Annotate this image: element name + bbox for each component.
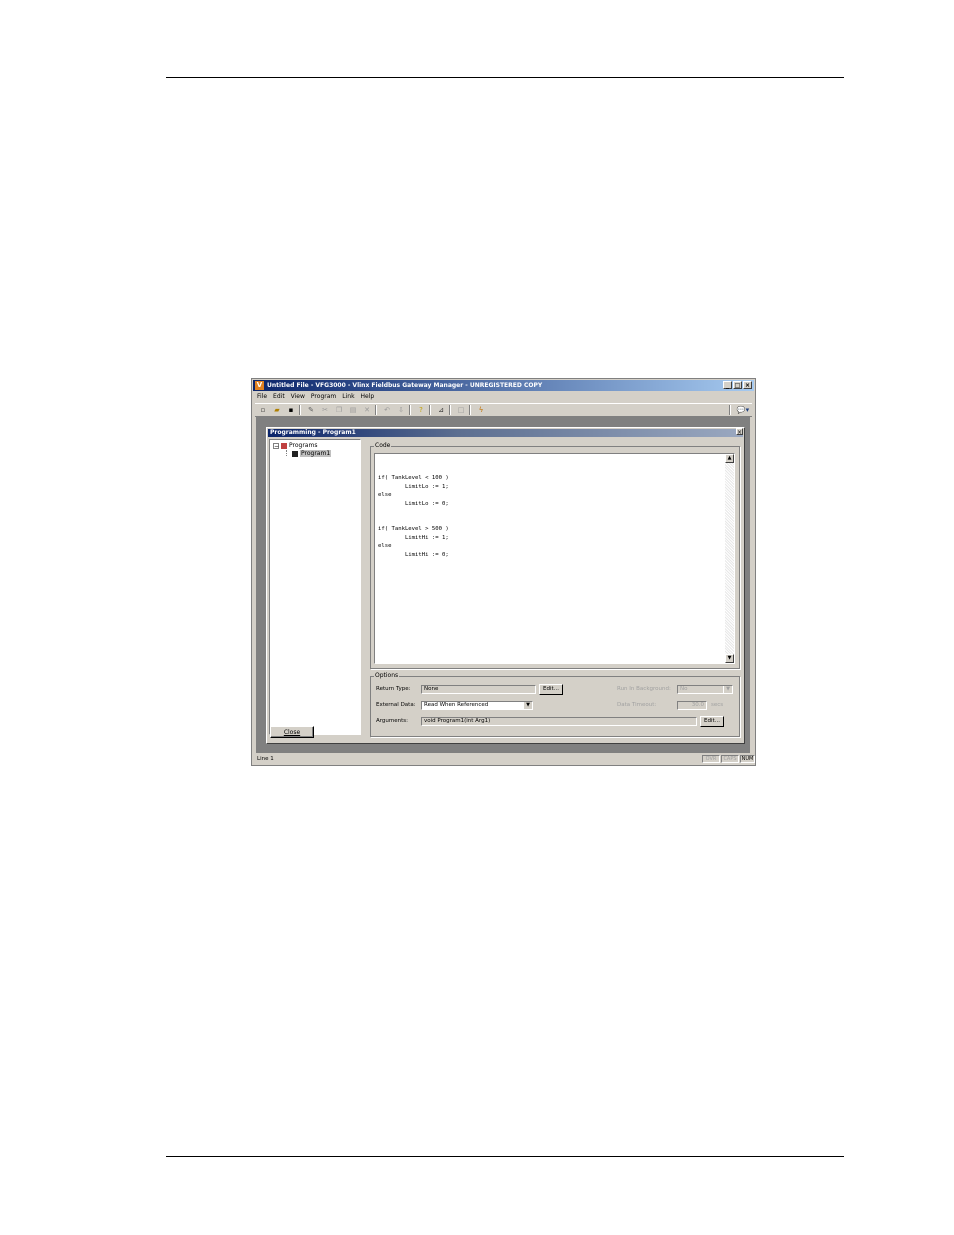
toolbar-separator	[469, 405, 471, 415]
ovr-indicator: OVR	[702, 755, 720, 763]
comment-icon[interactable]: 💬▾	[735, 406, 751, 414]
arguments-edit-button[interactable]: Edit...	[700, 716, 724, 727]
run-in-background-value: No	[680, 686, 688, 692]
delete-icon[interactable]: ✕	[363, 406, 371, 414]
toolbar-separator	[375, 405, 377, 415]
code-group: Code if( TankLevel < 100 ) LimitLo := 1;…	[370, 442, 740, 669]
arguments-field: void Program1(int Arg1)	[421, 717, 697, 726]
vertical-scrollbar[interactable]: ▲ ▼	[725, 454, 734, 663]
data-timeout-unit: secs	[711, 702, 724, 708]
scroll-up-icon[interactable]: ▲	[725, 454, 734, 463]
app-logo-icon: V	[255, 381, 264, 390]
run-in-background-label: Run In Background:	[617, 686, 671, 692]
code-group-label: Code	[374, 442, 392, 450]
menu-link[interactable]: Link	[342, 392, 354, 401]
menu-view[interactable]: View	[291, 392, 305, 401]
undo-icon[interactable]: ↶	[383, 406, 391, 414]
tree-item-program1[interactable]: Program1	[292, 450, 332, 458]
dropdown-arrow-icon: ▼	[723, 686, 732, 693]
collapse-toggle[interactable]: −	[273, 443, 279, 450]
maximize-button[interactable]: □	[733, 381, 742, 389]
window-title: Untitled File - VFG3000 - Vlinx Fieldbus…	[267, 382, 543, 389]
toolbar-separator	[729, 405, 731, 415]
redo-icon[interactable]: ⇩	[397, 406, 405, 414]
code-editor[interactable]: if( TankLevel < 100 ) LimitLo := 1; else…	[374, 453, 735, 664]
copy-icon[interactable]: ❐	[335, 406, 343, 414]
close-window-button[interactable]: ×	[743, 381, 752, 389]
program-icon	[292, 450, 298, 457]
tree-connector	[286, 450, 287, 456]
status-text: Line 1	[257, 756, 274, 762]
tree-item-label: Programs	[289, 442, 318, 449]
options-group: Options Return Type: None Edit... Run In…	[370, 672, 740, 737]
paste-icon[interactable]: ▤	[349, 406, 357, 414]
external-data-label: External Data:	[376, 702, 416, 708]
data-timeout-label: Data Timeout:	[617, 702, 657, 708]
new-icon[interactable]: ▫	[259, 406, 267, 414]
child-close-button[interactable]: ×	[736, 428, 743, 436]
menu-program[interactable]: Program	[311, 392, 336, 401]
frame-icon[interactable]: □	[457, 406, 465, 414]
num-indicator: NUM	[740, 755, 755, 763]
dropdown-arrow-icon: ▼	[523, 702, 532, 709]
return-type-field: None	[421, 685, 536, 694]
return-type-edit-button[interactable]: Edit...	[539, 684, 563, 695]
options-group-label: Options	[374, 672, 400, 680]
status-bar: Line 1 OVR CAPS NUM	[253, 754, 755, 764]
menu-edit[interactable]: Edit	[273, 392, 285, 401]
find-icon[interactable]: ⊿	[437, 406, 445, 414]
code-text: if( TankLevel < 100 ) LimitLo := 1; else…	[378, 475, 449, 558]
tree-item-programs[interactable]: Programs	[281, 442, 317, 450]
toolbar-separator	[299, 405, 301, 415]
header-rule	[166, 77, 844, 78]
programming-window: Programming - Program1 × − Programs Prog…	[266, 427, 745, 744]
help-icon[interactable]: ?	[417, 406, 425, 414]
toolbar-separator	[449, 405, 451, 415]
run-in-background-select[interactable]: No ▼	[677, 685, 733, 694]
mdi-client-area: Programming - Program1 × − Programs Prog…	[256, 417, 750, 753]
save-icon[interactable]: ▪	[287, 406, 295, 414]
return-type-label: Return Type:	[376, 686, 411, 692]
program-tree: − Programs Program1	[269, 439, 361, 735]
title-bar[interactable]: V Untitled File - VFG3000 - Vlinx Fieldb…	[253, 380, 754, 391]
minimize-button[interactable]: _	[723, 381, 732, 389]
menu-file[interactable]: File	[257, 392, 267, 401]
toolbar-separator	[409, 405, 411, 415]
close-button[interactable]: Close	[270, 726, 314, 738]
lightning-icon[interactable]: ϟ	[477, 406, 485, 414]
toolbar-separator	[429, 405, 431, 415]
external-data-select[interactable]: Read When Referenced ▼	[421, 701, 533, 710]
pencil-icon[interactable]: ✎	[307, 406, 315, 414]
programs-folder-icon	[281, 442, 287, 449]
menu-help[interactable]: Help	[361, 392, 375, 401]
menu-bar: File Edit View Program Link Help	[257, 392, 374, 401]
arguments-label: Arguments:	[376, 718, 409, 724]
toolbar: ▫ ▰ ▪ ✎ ✂ ❐ ▤ ✕ ↶ ⇩ ? ⊿ □ ϟ 💬▾	[255, 403, 752, 417]
tree-item-label: Program1	[300, 450, 332, 457]
app-window: V Untitled File - VFG3000 - Vlinx Fieldb…	[251, 378, 756, 766]
external-data-value: Read When Referenced	[424, 702, 489, 708]
programming-window-title[interactable]: Programming - Program1	[268, 429, 743, 437]
cut-icon[interactable]: ✂	[321, 406, 329, 414]
scroll-down-icon[interactable]: ▼	[725, 654, 734, 663]
open-icon[interactable]: ▰	[273, 406, 281, 414]
footer-rule	[166, 1156, 844, 1157]
caps-indicator: CAPS	[721, 755, 739, 763]
data-timeout-field[interactable]: 30.0	[677, 701, 707, 710]
